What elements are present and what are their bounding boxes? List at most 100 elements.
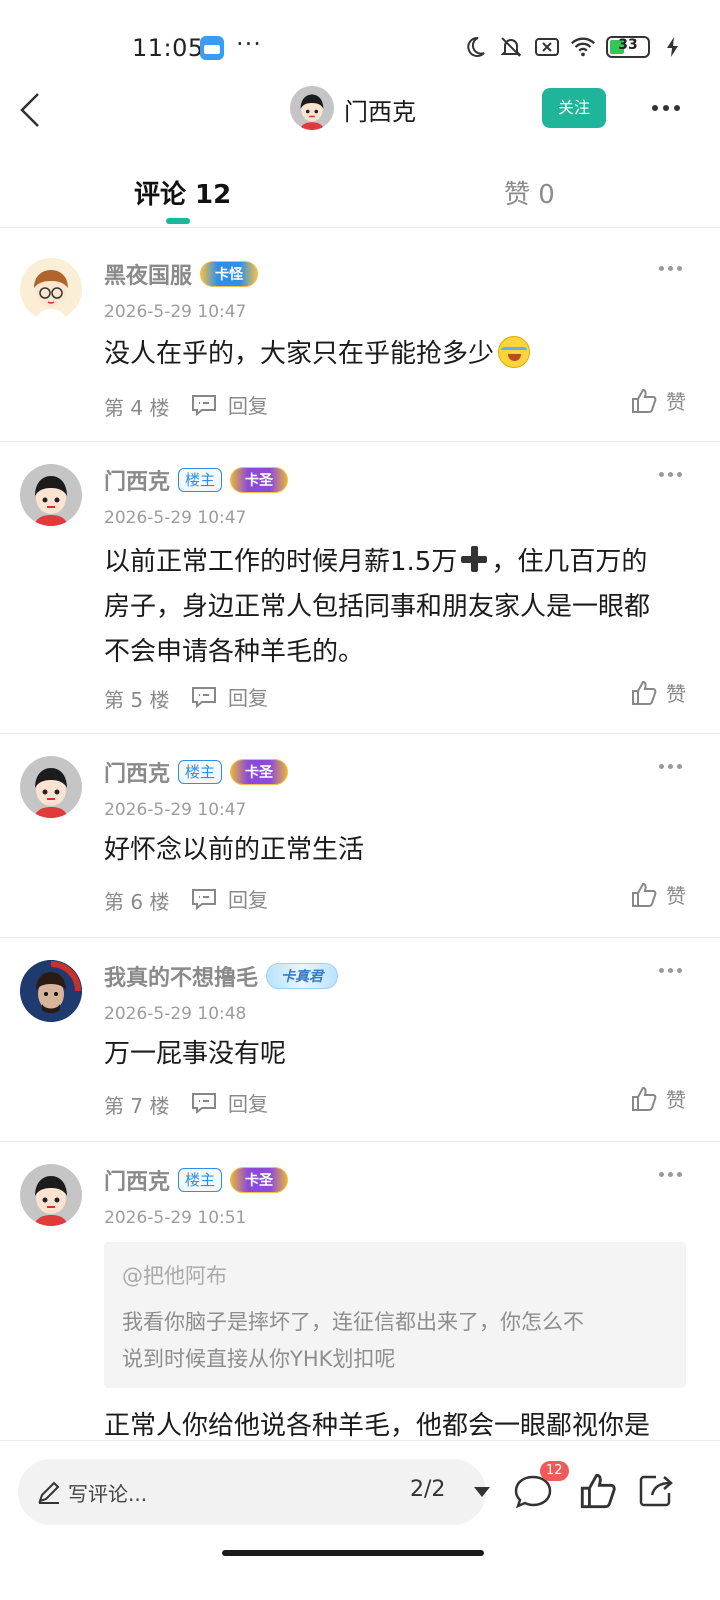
comment-user-name[interactable]: 黑夜国服 (104, 258, 192, 290)
reply-icon (192, 1092, 216, 1114)
comment-input[interactable]: 写评论... 2/2 (18, 1459, 490, 1525)
dot-icon (677, 764, 682, 769)
comment-user-name[interactable]: 我真的不想撸毛 (104, 960, 258, 992)
battery-level: 33 (618, 37, 638, 53)
rank-badge: 卡圣 (230, 467, 289, 493)
quoted-text-line: 说到时候直接从你YHK划扣呢 (122, 1347, 396, 1371)
rank-badge: 卡怪 (200, 261, 259, 287)
dot-icon (659, 472, 664, 477)
avatar[interactable] (20, 756, 82, 818)
dot-icon (677, 472, 682, 477)
reply-icon (192, 686, 216, 708)
page-indicator[interactable]: 2/2 (410, 1477, 445, 1502)
comment-body: 没人在乎的，大家只在乎能抢多少 (104, 332, 694, 377)
dot-icon (668, 472, 673, 477)
plus-emoji-icon (459, 544, 489, 574)
comment-count-badge: 12 (540, 1461, 569, 1481)
avatar[interactable] (20, 258, 82, 320)
comment-floor: 第 4 楼 (104, 396, 170, 420)
reply-button[interactable]: 回复 (190, 682, 268, 711)
reply-button[interactable]: 回复 (190, 884, 268, 913)
dot-icon (668, 266, 673, 271)
comment-list[interactable]: 黑夜国服 卡怪 2026-5-29 10:47 没人在乎的，大家只在乎能抢多少 … (0, 236, 720, 1440)
comment-text-line: 不会申请各种羊毛的。 (104, 637, 365, 667)
comment-time: 2026-5-29 10:47 (104, 508, 247, 528)
avatar[interactable] (20, 464, 82, 526)
comment-user-name[interactable]: 门西克 (104, 756, 170, 788)
comment-text-line: 房子，身边正常人包括同事和朋友家人是一眼都 (104, 592, 651, 622)
tab-likes[interactable]: 赞 0 (504, 174, 555, 211)
comment-text: 万一屁事没有呢 (104, 1039, 287, 1069)
thumbs-up-icon (632, 388, 657, 413)
reply-button[interactable]: 回复 (190, 390, 268, 419)
like-button[interactable]: 赞 (630, 1084, 686, 1113)
dot-icon (659, 764, 664, 769)
comment-text-line: ，住几百万的 (491, 547, 648, 577)
dot-icon (674, 105, 680, 111)
comment-input-placeholder: 写评论... (68, 1482, 148, 1506)
quoted-text-line: 我看你脑子是摔坏了，连征信都出来了，你怎么不 (122, 1310, 584, 1334)
share-icon[interactable] (636, 1471, 676, 1511)
avatar-girl-icon (20, 756, 82, 818)
charging-icon (660, 34, 686, 60)
wallet-app-icon (200, 36, 224, 60)
comment-item: 门西克 楼主 卡圣 2026-5-29 10:47 好怀念以前的正常生活 第 6… (0, 734, 720, 938)
like-label: 赞 (666, 884, 686, 908)
status-bar: 11:05 ··· 33 (0, 0, 720, 92)
header-avatar[interactable] (290, 86, 334, 130)
comment-floor: 第 5 楼 (104, 688, 170, 712)
comment-header: 门西克 楼主 卡圣 (104, 1164, 289, 1196)
moon-icon (462, 34, 488, 60)
comment-more-button[interactable] (659, 472, 682, 477)
like-post-icon[interactable] (578, 1471, 618, 1511)
comment-more-button[interactable] (659, 968, 682, 973)
back-button[interactable] (16, 90, 46, 130)
avatar[interactable] (20, 1164, 82, 1226)
like-button[interactable]: 赞 (630, 678, 686, 707)
bottom-bar: 写评论... 2/2 12 (0, 1440, 720, 1600)
quoted-comment[interactable]: @把他阿布 我看你脑子是摔坏了，连征信都出来了，你怎么不 说到时候直接从你YHK… (104, 1242, 686, 1388)
comment-item: 黑夜国服 卡怪 2026-5-29 10:47 没人在乎的，大家只在乎能抢多少 … (0, 236, 720, 442)
avatar-boy-glasses-icon (20, 258, 82, 320)
laugh-cry-emoji-icon (498, 335, 531, 368)
header-user-name[interactable]: 门西克 (344, 92, 416, 127)
op-badge: 楼主 (178, 468, 223, 492)
dot-icon (663, 105, 669, 111)
tab-comments[interactable]: 评论 12 (134, 174, 231, 211)
reply-label: 回复 (228, 1092, 268, 1116)
rank-badge: 卡圣 (230, 1167, 289, 1193)
comment-more-button[interactable] (659, 266, 682, 271)
like-button[interactable]: 赞 (630, 880, 686, 909)
reply-button[interactable]: 回复 (190, 1088, 268, 1117)
comment-more-button[interactable] (659, 764, 682, 769)
thumbs-up-icon (632, 882, 657, 907)
avatar-portrait-icon (20, 960, 82, 1022)
follow-button[interactable]: 关注 (542, 88, 606, 128)
comment-user-name[interactable]: 门西克 (104, 464, 170, 496)
no-sim-icon (534, 34, 560, 60)
avatar-girl-icon (20, 1164, 82, 1226)
like-button[interactable]: 赞 (630, 386, 686, 415)
rank-badge: 卡圣 (230, 759, 289, 785)
status-icons: 33 (462, 34, 686, 60)
avatar-girl-icon (20, 464, 82, 526)
more-options-button[interactable] (646, 88, 686, 128)
dot-icon (659, 968, 664, 973)
comment-header: 我真的不想撸毛 卡真君 (104, 960, 339, 992)
comment-floor: 第 6 楼 (104, 890, 170, 914)
op-badge: 楼主 (178, 1168, 223, 1192)
dot-icon (659, 1172, 664, 1177)
comment-time: 2026-5-29 10:48 (104, 1004, 247, 1024)
home-indicator[interactable] (222, 1550, 484, 1556)
comment-more-button[interactable] (659, 1172, 682, 1177)
tab-bar: 评论 12 赞 0 (0, 160, 720, 228)
comment-item: 门西克 楼主 卡圣 2026-5-29 10:51 @把他阿布 我看你脑子是摔坏… (0, 1142, 720, 1440)
quoted-user[interactable]: @把他阿布 (122, 1260, 668, 1290)
dot-icon (668, 764, 673, 769)
page-dropdown-icon[interactable] (474, 1487, 490, 1497)
comment-user-name[interactable]: 门西克 (104, 1164, 170, 1196)
avatar[interactable] (20, 960, 82, 1022)
reply-label: 回复 (228, 394, 268, 418)
comment-text: 没人在乎的，大家只在乎能抢多少 (104, 339, 495, 369)
comment-text: 正常人你给他说各种羊毛，他都会一眼鄙视你是 (104, 1411, 651, 1440)
